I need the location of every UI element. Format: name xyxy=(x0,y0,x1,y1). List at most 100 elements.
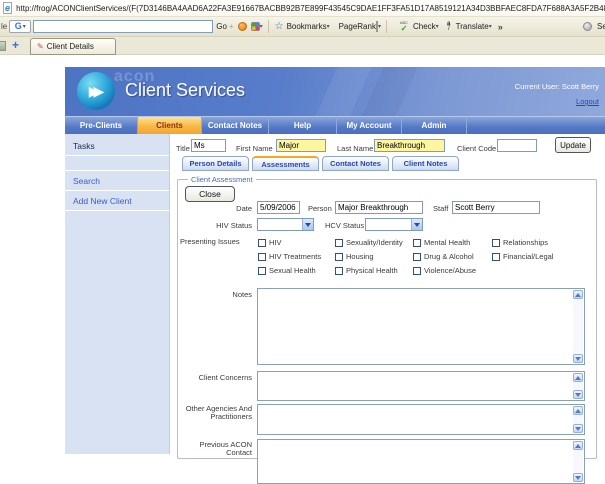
current-user-label: Current User: Scott Berry xyxy=(515,82,599,91)
scroll-up-icon[interactable] xyxy=(573,373,583,382)
logout-link[interactable]: Logout xyxy=(576,97,599,106)
sidebar-item-search[interactable]: Search xyxy=(65,171,169,191)
issue-drug-alcohol: Drug & Alcohol xyxy=(413,252,474,261)
scrollbar[interactable] xyxy=(573,406,583,433)
issue-physical-health-checkbox[interactable] xyxy=(335,267,343,275)
client-code-field[interactable] xyxy=(497,139,537,152)
issue-sexuality-identity: Sexuality/Identity xyxy=(335,238,403,247)
issue-sexual-health-checkbox[interactable] xyxy=(258,267,266,275)
nav-tab-contact-notes[interactable]: Contact Notes xyxy=(201,116,268,134)
header-chevron-decoration xyxy=(360,67,421,116)
last-name-field[interactable] xyxy=(374,139,445,152)
notes-textarea[interactable] xyxy=(257,288,585,365)
first-name-field[interactable] xyxy=(276,139,326,152)
ie-page-icon: e xyxy=(3,2,12,14)
settings-button[interactable]: Settings xyxy=(583,22,605,31)
issue-relationships-checkbox[interactable] xyxy=(492,239,500,247)
other-agencies-label: Other Agencies And Practitioners xyxy=(178,405,252,421)
issue-drug-alcohol-checkbox[interactable] xyxy=(413,253,421,261)
scroll-up-icon[interactable] xyxy=(573,441,583,450)
chevron-down-icon[interactable]: ▾ xyxy=(436,24,439,30)
select-arrow-icon[interactable] xyxy=(302,219,313,230)
browser-tab-client-details[interactable]: ✎ Client Details xyxy=(30,38,116,55)
scroll-down-icon[interactable] xyxy=(573,473,583,482)
select-arrow-icon[interactable] xyxy=(411,219,422,230)
issue-sexuality-identity-checkbox[interactable] xyxy=(335,239,343,247)
acon-app: ▶▶ acon Client Services Current User: Sc… xyxy=(65,67,605,454)
chevron-down-icon[interactable]: ▾ xyxy=(260,24,263,30)
nav-tab-clients[interactable]: Clients xyxy=(137,116,201,134)
update-button[interactable]: Update xyxy=(555,137,591,153)
new-tab-plus-icon[interactable]: + xyxy=(12,38,19,52)
scrollbar[interactable] xyxy=(573,290,583,363)
close-button[interactable]: Close xyxy=(185,186,235,202)
toolbar-options-icon[interactable] xyxy=(251,22,260,31)
client-assessment-fieldset: Client Assessment Close Date Person Staf… xyxy=(177,179,597,459)
scroll-up-icon[interactable] xyxy=(573,290,583,299)
spellcheck-icon: ABC ✓ xyxy=(398,21,410,33)
chevron-down-icon[interactable]: ▾ xyxy=(327,24,330,30)
nav-tab-admin[interactable]: Admin xyxy=(401,116,466,134)
browser-tab-bar: + ✎ Client Details xyxy=(0,37,605,55)
issue-mental-health-checkbox[interactable] xyxy=(413,239,421,247)
other-agencies-textarea[interactable] xyxy=(257,404,585,435)
first-name-label: First Name xyxy=(236,144,273,153)
title-label: Title xyxy=(176,144,190,153)
bookmarks-button[interactable]: Bookmarks xyxy=(287,22,327,31)
chevron-down-icon[interactable]: ▾ xyxy=(378,24,381,30)
date-field[interactable] xyxy=(257,201,300,214)
subtab-client-notes[interactable]: Client Notes xyxy=(392,156,459,171)
person-field[interactable] xyxy=(335,201,423,214)
issue-financial-legal-checkbox[interactable] xyxy=(492,253,500,261)
issue-housing-checkbox[interactable] xyxy=(335,253,343,261)
scroll-down-icon[interactable] xyxy=(573,424,583,433)
hiv-status-select[interactable] xyxy=(257,218,314,231)
client-concerns-textarea[interactable] xyxy=(257,371,585,401)
sidebar-spacer xyxy=(65,156,169,171)
issue-housing: Housing xyxy=(335,252,374,261)
nav-tab-my-account[interactable]: My Account xyxy=(336,116,401,134)
google-toolbar: le G ▾ Go + ▾ ☆ Bookmarks ▾ PageRank ▾ A… xyxy=(0,17,605,37)
subtab-assessments[interactable]: Assessments xyxy=(252,156,319,171)
url-text[interactable]: http://frog/ACONClientServices/(F(7D3146… xyxy=(16,4,605,13)
issue-relationships: Relationships xyxy=(492,238,548,247)
toolbar-search-input[interactable] xyxy=(33,20,213,33)
nav-tab-pre-clients[interactable]: Pre-Clients xyxy=(65,116,137,134)
scrollbar[interactable] xyxy=(573,373,583,399)
toolbar-clipped-label: le xyxy=(1,22,7,31)
sidebar-item-add-new-client[interactable]: Add New Client xyxy=(65,191,169,211)
nav-tab-help[interactable]: Help xyxy=(268,116,336,134)
subtab-contact-notes[interactable]: Contact Notes xyxy=(322,156,389,171)
title-field[interactable] xyxy=(191,139,226,152)
toolbar-overflow-button[interactable]: » xyxy=(498,22,503,32)
previous-acon-contact-label: Previous ACON Contact xyxy=(178,441,252,457)
issue-financial-legal: Financial/Legal xyxy=(492,252,553,261)
scrollbar[interactable] xyxy=(573,441,583,482)
scroll-down-icon[interactable] xyxy=(573,354,583,363)
clipped-toolbar-icon xyxy=(0,41,6,51)
google-logo-menu[interactable]: G ▾ xyxy=(9,20,31,33)
go-plus-icon: + xyxy=(229,22,234,31)
issue-hiv-checkbox[interactable] xyxy=(258,239,266,247)
translate-icon: a 7 xyxy=(445,22,453,32)
scroll-up-icon[interactable] xyxy=(573,406,583,415)
nav-filler xyxy=(466,116,605,134)
chevron-down-icon[interactable]: ▾ xyxy=(489,24,492,30)
subtab-person-details[interactable]: Person Details xyxy=(182,156,249,171)
issue-hiv-treatments-checkbox[interactable] xyxy=(258,253,266,261)
issue-violence-abuse-checkbox[interactable] xyxy=(413,267,421,275)
staff-field[interactable] xyxy=(452,201,540,214)
hcv-status-select[interactable] xyxy=(365,218,423,231)
scroll-down-icon[interactable] xyxy=(573,390,583,399)
go-button[interactable]: Go xyxy=(216,22,227,31)
app-body: Tasks Search Add New Client Title First … xyxy=(65,134,605,454)
content-area: Title First Name Last Name Client Code U… xyxy=(170,134,605,454)
check-button[interactable]: Check xyxy=(413,22,436,31)
translate-button[interactable]: Translate xyxy=(456,22,489,31)
previous-acon-contact-textarea[interactable] xyxy=(257,439,585,484)
pagerank-button[interactable]: PageRank xyxy=(336,22,378,31)
hiv-status-label: HIV Status xyxy=(178,221,252,230)
chevron-down-icon: ▾ xyxy=(23,24,26,30)
search-site-icon[interactable] xyxy=(238,22,247,31)
settings-label: Settings xyxy=(597,22,605,31)
